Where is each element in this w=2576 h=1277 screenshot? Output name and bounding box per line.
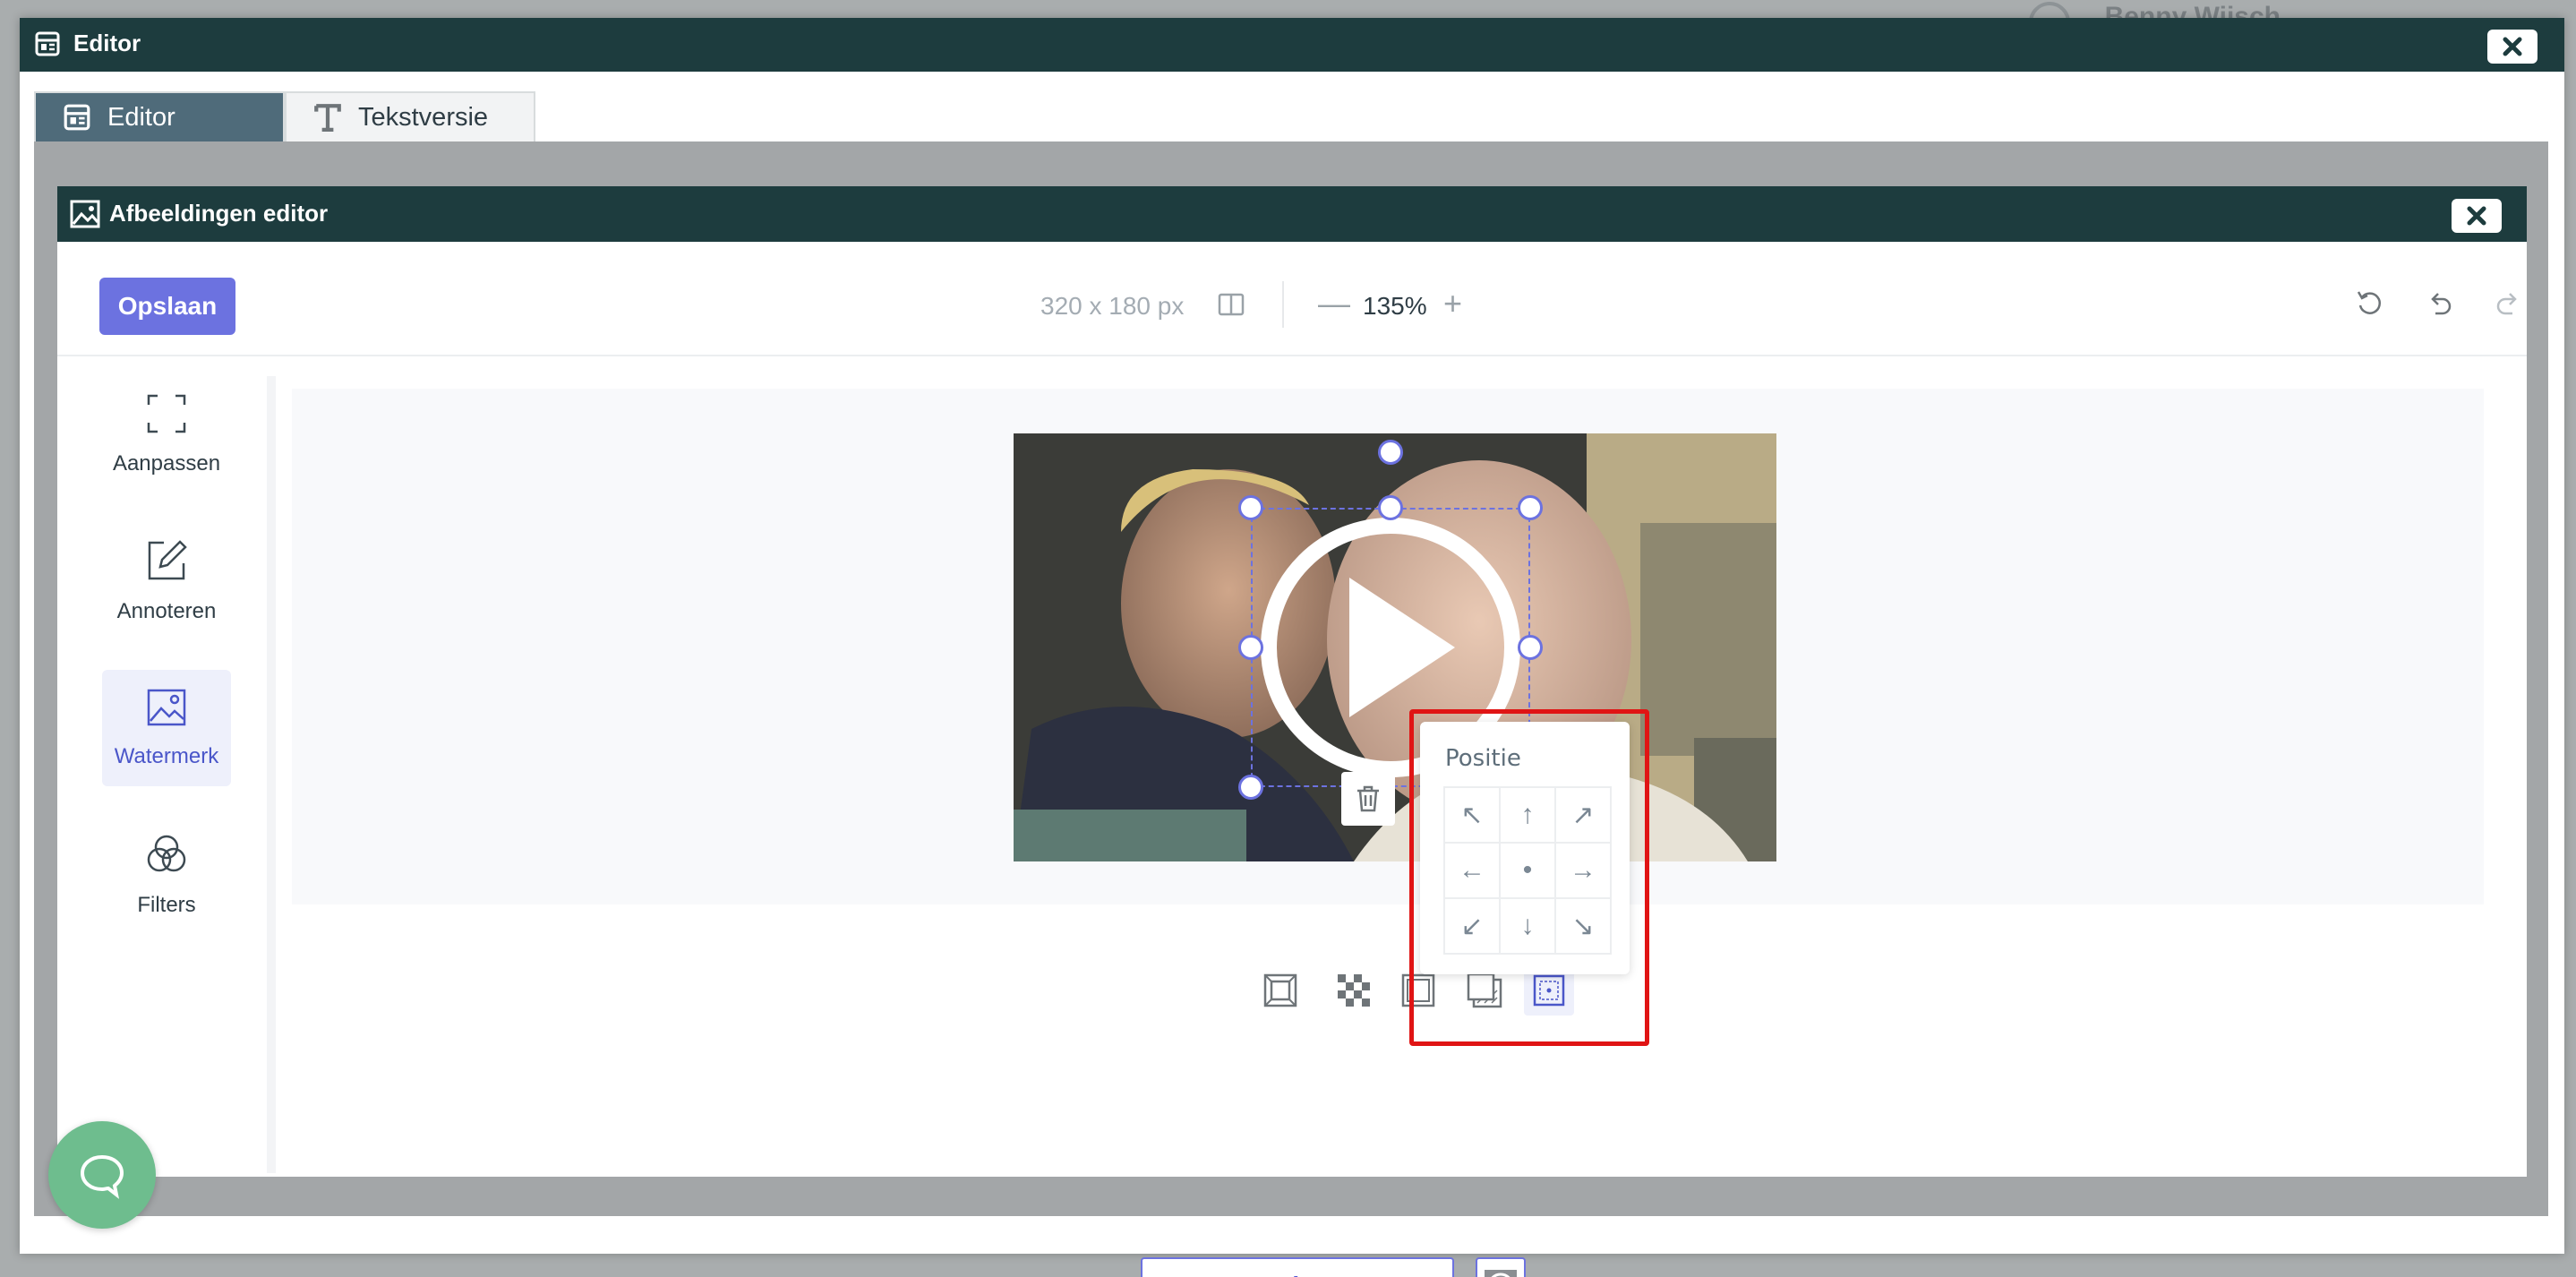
sidebar-item-filters[interactable]: Filters (102, 817, 231, 933)
tab-tekstversie[interactable]: Tekstversie (285, 91, 535, 141)
compare-icon[interactable] (1218, 292, 1245, 317)
zoom-out-button[interactable]: — (1318, 285, 1350, 322)
resize-handle[interactable] (1518, 635, 1543, 660)
resize-handle[interactable] (1238, 635, 1263, 660)
watermark-thumbnail[interactable] (1476, 1257, 1526, 1277)
annotation-highlight-box (1409, 709, 1649, 1046)
sidebar-item-aanpassen[interactable]: Aanpassen (102, 376, 231, 493)
image-editor-close-button[interactable] (2452, 199, 2502, 233)
play-icon (1485, 1270, 1517, 1277)
sidebar-item-label: Annoteren (116, 599, 217, 623)
editor-tabs: Editor Tekstversie (34, 91, 535, 141)
filters-icon (147, 835, 186, 872)
image-icon (70, 200, 100, 228)
resize-handle[interactable] (1518, 495, 1543, 520)
sidebar-item-label: Filters (137, 893, 196, 917)
image-editor-title-bar: Afbeeldingen editor (57, 186, 2527, 242)
close-icon (2467, 206, 2486, 226)
image-icon (147, 689, 186, 726)
crop-frame-icon (147, 394, 186, 433)
editor-title-bar: Editor (20, 18, 2564, 72)
resize-handle[interactable] (1378, 495, 1403, 520)
image-editor-title: Afbeeldingen editor (109, 200, 329, 227)
trash-icon (1357, 785, 1379, 812)
sidebar-item-annoteren[interactable]: Annoteren (102, 523, 231, 639)
tab-editor-label: Editor (107, 102, 175, 132)
layout-icon (64, 104, 90, 131)
editor-close-button[interactable] (2487, 30, 2537, 64)
fit-frame-icon (1263, 973, 1297, 1007)
fit-watermark-tool[interactable] (1255, 965, 1305, 1016)
zoom-in-button[interactable]: + (1443, 285, 1462, 322)
chat-bubble-icon (80, 1154, 124, 1199)
redo-icon[interactable] (2493, 288, 2523, 319)
resize-handle[interactable] (1238, 775, 1263, 800)
rotate-handle[interactable] (1378, 440, 1403, 465)
layout-icon (35, 31, 60, 56)
text-icon (314, 104, 341, 132)
resize-handle[interactable] (1238, 495, 1263, 520)
image-editor-toolbar: Opslaan 320 x 180 px — 135% + (57, 242, 2527, 356)
toolbar-divider (1282, 281, 1284, 328)
undo-icon[interactable] (2425, 288, 2455, 319)
transparency-tool[interactable] (1329, 965, 1379, 1016)
chat-button[interactable] (48, 1121, 156, 1229)
tab-editor[interactable]: Editor (34, 91, 285, 141)
sidebar-item-watermerk[interactable]: Watermerk (102, 670, 231, 786)
editor-title: Editor (73, 30, 141, 56)
zoom-level: 135% (1363, 292, 1427, 320)
save-button[interactable]: Opslaan (99, 278, 235, 335)
sidebar-item-label: Watermerk (114, 744, 219, 768)
sidebar-item-label: Aanpassen (112, 451, 221, 476)
image-dimensions: 320 x 180 px (1040, 292, 1185, 320)
checkerboard-icon (1338, 974, 1370, 1007)
delete-watermark-button[interactable] (1341, 772, 1395, 826)
add-watermark-button[interactable]: + Watermerk toevoegen (1141, 1257, 1454, 1277)
tab-tekstversie-label: Tekstversie (358, 102, 489, 132)
reset-icon[interactable] (2355, 288, 2385, 319)
close-icon (2503, 37, 2522, 56)
tool-sidebar: Aanpassen Annoteren Watermerk Filters (70, 376, 276, 1173)
edit-icon (148, 540, 187, 580)
